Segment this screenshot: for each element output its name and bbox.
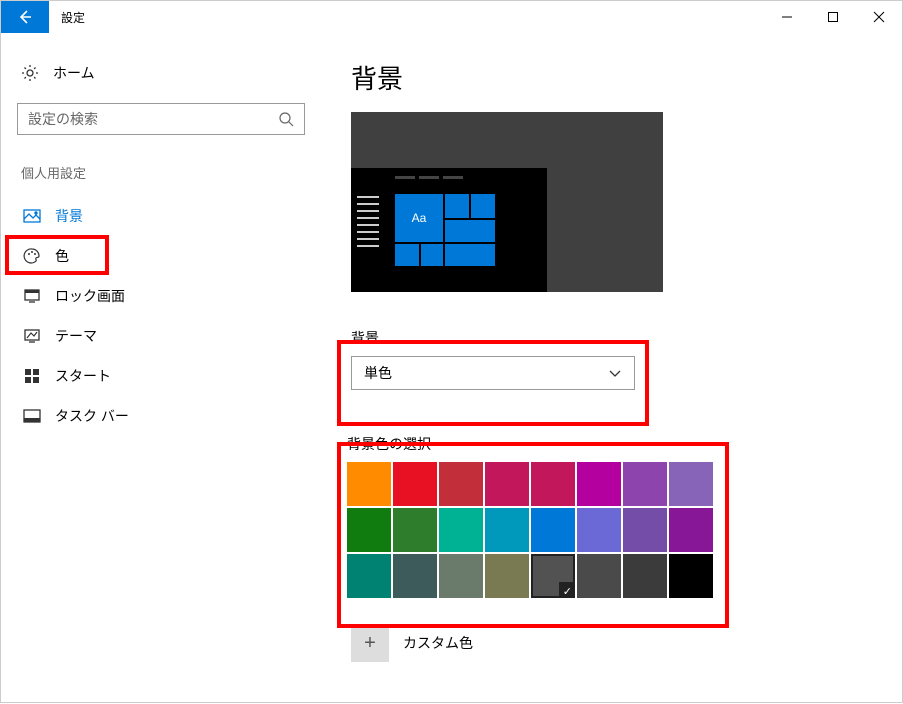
color-swatch[interactable]: [439, 508, 483, 552]
color-swatch[interactable]: [347, 554, 391, 598]
home-label: ホーム: [53, 63, 95, 83]
custom-color-label: カスタム色: [403, 633, 473, 653]
sidebar-item-label: テーマ: [55, 326, 97, 346]
color-swatch[interactable]: [485, 508, 529, 552]
category-label: 個人用設定: [21, 163, 305, 182]
arrow-left-icon: [17, 9, 33, 25]
color-swatch[interactable]: [577, 462, 621, 506]
sidebar-item-label: タスク バー: [55, 406, 129, 426]
picture-icon: [23, 207, 41, 225]
window-title: 設定: [49, 1, 97, 33]
minimize-button[interactable]: [764, 1, 810, 33]
sidebar: ホーム 設定の検索 個人用設定 背景色ロック画面テーマスタートタスク バー: [1, 33, 321, 704]
preview-tile: Aa: [395, 194, 443, 242]
color-swatch[interactable]: [347, 508, 391, 552]
sidebar-item-1[interactable]: 色: [17, 236, 305, 276]
sidebar-item-0[interactable]: 背景: [17, 196, 305, 236]
search-placeholder: 設定の検索: [28, 109, 98, 129]
color-swatch[interactable]: [669, 508, 713, 552]
sidebar-item-label: スタート: [55, 366, 111, 386]
color-swatch[interactable]: [393, 554, 437, 598]
color-swatch[interactable]: [531, 554, 575, 598]
color-swatch[interactable]: [623, 508, 667, 552]
color-swatch[interactable]: [347, 462, 391, 506]
color-swatch[interactable]: [439, 554, 483, 598]
color-swatch[interactable]: [531, 508, 575, 552]
bg-type-dropdown[interactable]: 単色: [351, 356, 635, 390]
home-link[interactable]: ホーム: [17, 57, 305, 89]
color-swatch[interactable]: [623, 462, 667, 506]
back-button[interactable]: [1, 1, 49, 33]
color-swatch[interactable]: [393, 462, 437, 506]
bg-section-label: 背景: [351, 328, 635, 348]
start-icon: [23, 367, 41, 385]
sidebar-item-2[interactable]: ロック画面: [17, 276, 305, 316]
gear-icon: [21, 64, 39, 82]
maximize-button[interactable]: [810, 1, 856, 33]
maximize-icon: [827, 11, 839, 23]
color-grid: [347, 462, 703, 598]
close-icon: [873, 11, 885, 23]
plus-icon: +: [364, 632, 376, 655]
theme-icon: [23, 327, 41, 345]
main-panel: 背景 Aa 背景 単色: [321, 33, 902, 704]
color-swatch[interactable]: [577, 554, 621, 598]
color-swatch[interactable]: [393, 508, 437, 552]
sidebar-item-3[interactable]: テーマ: [17, 316, 305, 356]
sidebar-item-5[interactable]: タスク バー: [17, 396, 305, 436]
sidebar-item-label: ロック画面: [55, 286, 125, 306]
palette-icon: [23, 247, 41, 265]
page-title: 背景: [351, 59, 882, 96]
close-button[interactable]: [856, 1, 902, 33]
chevron-down-icon: [608, 366, 622, 380]
sidebar-item-label: 背景: [55, 206, 83, 226]
color-swatch[interactable]: [623, 554, 667, 598]
search-input[interactable]: 設定の検索: [17, 103, 305, 135]
minimize-icon: [781, 11, 793, 23]
custom-color-button[interactable]: +: [351, 624, 389, 662]
desktop-preview: Aa: [351, 112, 663, 292]
dropdown-value: 単色: [364, 363, 392, 383]
color-swatch[interactable]: [439, 462, 483, 506]
color-swatch[interactable]: [531, 462, 575, 506]
taskbar-icon: [23, 407, 41, 425]
sidebar-item-label: 色: [55, 246, 69, 266]
color-swatch[interactable]: [669, 554, 713, 598]
sidebar-item-4[interactable]: スタート: [17, 356, 305, 396]
color-swatch[interactable]: [669, 462, 713, 506]
color-swatch[interactable]: [485, 554, 529, 598]
lockscreen-icon: [23, 287, 41, 305]
color-swatch[interactable]: [485, 462, 529, 506]
color-section-label: 背景色の選択: [347, 434, 703, 454]
search-icon: [278, 111, 294, 127]
color-swatch[interactable]: [577, 508, 621, 552]
